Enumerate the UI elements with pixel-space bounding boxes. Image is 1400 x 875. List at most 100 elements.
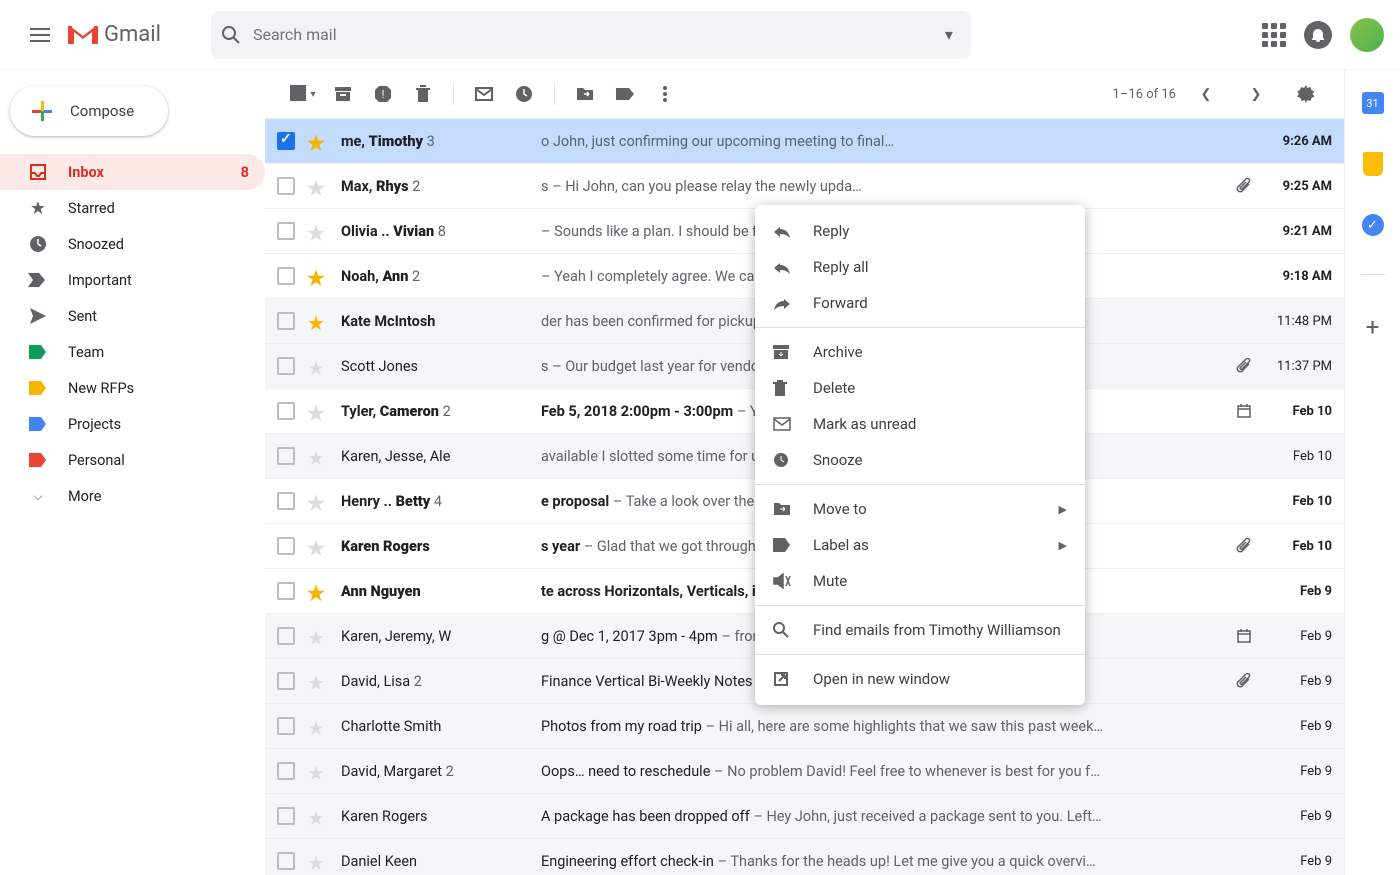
next-page-icon[interactable]: ❯ [1236,74,1276,114]
timestamp: Feb 9 [1258,584,1332,599]
mute-icon [773,573,795,589]
star-icon[interactable]: ★ [307,491,327,511]
nav-inbox[interactable]: Inbox8 [0,154,265,190]
search-options-icon[interactable]: ▾ [937,25,961,44]
timestamp: Feb 10 [1258,449,1332,464]
apps-icon[interactable] [1262,23,1286,47]
sender: Karen Rogers [341,538,541,555]
nav-projects[interactable]: Projects [0,406,265,442]
email-row[interactable]: ★David, Margaret 2Oops… need to reschedu… [265,749,1344,794]
snooze-icon[interactable] [504,74,544,114]
tasks-icon[interactable]: ✓ [1362,214,1384,236]
nav-snoozed[interactable]: Snoozed [0,226,265,262]
row-checkbox[interactable] [277,852,295,870]
star-icon[interactable]: ★ [307,716,327,736]
row-checkbox[interactable] [277,582,295,600]
row-checkbox[interactable] [277,267,295,285]
ctx-mark-as-unread[interactable]: Mark as unread [755,406,1085,442]
archive-icon [773,344,795,360]
row-checkbox[interactable] [277,222,295,240]
star-icon[interactable]: ★ [307,536,327,556]
settings-icon[interactable] [1286,74,1326,114]
star-icon[interactable]: ★ [307,266,327,286]
calendar-icon[interactable]: 31 [1362,92,1384,114]
label-icon [28,417,48,431]
gmail-m-icon [68,24,98,46]
nav-new-rfps[interactable]: New RFPs [0,370,265,406]
mark-unread-icon[interactable] [464,74,504,114]
nav-more[interactable]: ⌵More [0,478,265,514]
row-checkbox[interactable] [277,402,295,420]
clock-icon [28,235,48,253]
row-checkbox[interactable] [277,537,295,555]
row-checkbox[interactable] [277,807,295,825]
star-icon[interactable]: ★ [307,761,327,781]
nav-team[interactable]: Team [0,334,265,370]
gmail-logo[interactable]: Gmail [68,22,161,47]
move-to-icon[interactable] [565,74,605,114]
star-icon[interactable]: ★ [307,131,327,151]
row-checkbox[interactable] [277,672,295,690]
compose-button[interactable]: Compose [10,86,168,136]
email-row[interactable]: ★me, Timothy 3o John, just confirming ou… [265,119,1344,164]
row-checkbox[interactable] [277,492,295,510]
ctx-snooze[interactable]: Snooze [755,442,1085,478]
star-icon: ★ [28,198,48,219]
row-checkbox[interactable] [277,447,295,465]
nav-starred[interactable]: ★Starred [0,190,265,226]
context-menu: ReplyReply allForward ArchiveDeleteMark a… [755,205,1085,705]
ctx-forward[interactable]: Forward [755,285,1085,321]
more-icon[interactable] [645,74,685,114]
email-row[interactable]: ★Max, Rhys 2s – Hi John, can you please … [265,164,1344,209]
inbox-icon [28,163,48,181]
search-input[interactable] [253,25,937,44]
keep-icon[interactable] [1363,152,1383,176]
star-icon[interactable]: ★ [307,221,327,241]
nav-sent[interactable]: Sent [0,298,265,334]
delete-icon[interactable] [403,74,443,114]
timestamp: Feb 9 [1258,674,1332,689]
star-icon[interactable]: ★ [307,851,327,871]
row-checkbox[interactable] [277,132,295,150]
nav-personal[interactable]: Personal [0,442,265,478]
ctx-mute[interactable]: Mute [755,563,1085,599]
spam-icon[interactable]: ! [363,74,403,114]
ctx-open-in-new-window[interactable]: Open in new window [755,661,1085,697]
star-icon[interactable]: ★ [307,581,327,601]
ctx-reply-all[interactable]: Reply all [755,249,1085,285]
row-checkbox[interactable] [277,177,295,195]
row-checkbox[interactable] [277,312,295,330]
star-icon[interactable]: ★ [307,176,327,196]
notifications-icon[interactable] [1304,21,1332,49]
ctx-label-as[interactable]: Label as▶ [755,527,1085,563]
row-checkbox[interactable] [277,717,295,735]
star-icon[interactable]: ★ [307,446,327,466]
label-icon[interactable] [605,74,645,114]
row-checkbox[interactable] [277,627,295,645]
ctx-archive[interactable]: Archive [755,334,1085,370]
nav-important[interactable]: Important [0,262,265,298]
email-row[interactable]: ★Karen RogersA package has been dropped … [265,794,1344,839]
archive-icon[interactable] [323,74,363,114]
ctx-move-to[interactable]: Move to▶ [755,491,1085,527]
email-row[interactable]: ★Daniel KeenEngineering effort check-in … [265,839,1344,875]
ctx-find-emails-from-timothy[interactable]: Find emails from Timothy Williamson [755,612,1085,648]
star-icon[interactable]: ★ [307,311,327,331]
ctx-delete[interactable]: Delete [755,370,1085,406]
select-all-checkbox[interactable]: ▾ [283,74,323,114]
main-menu-icon[interactable] [16,11,64,59]
add-addon-icon[interactable]: + [1366,313,1380,341]
row-checkbox[interactable] [277,357,295,375]
star-icon[interactable]: ★ [307,671,327,691]
search-bar[interactable]: ▾ [211,11,971,59]
ctx-reply[interactable]: Reply [755,213,1085,249]
prev-page-icon[interactable]: ❮ [1186,74,1226,114]
star-icon[interactable]: ★ [307,356,327,376]
row-checkbox[interactable] [277,762,295,780]
email-row[interactable]: ★Charlotte SmithPhotos from my road trip… [265,704,1344,749]
account-avatar[interactable] [1350,18,1384,52]
star-icon[interactable]: ★ [307,401,327,421]
star-icon[interactable]: ★ [307,626,327,646]
star-icon[interactable]: ★ [307,806,327,826]
attachment-icon [1236,358,1258,374]
